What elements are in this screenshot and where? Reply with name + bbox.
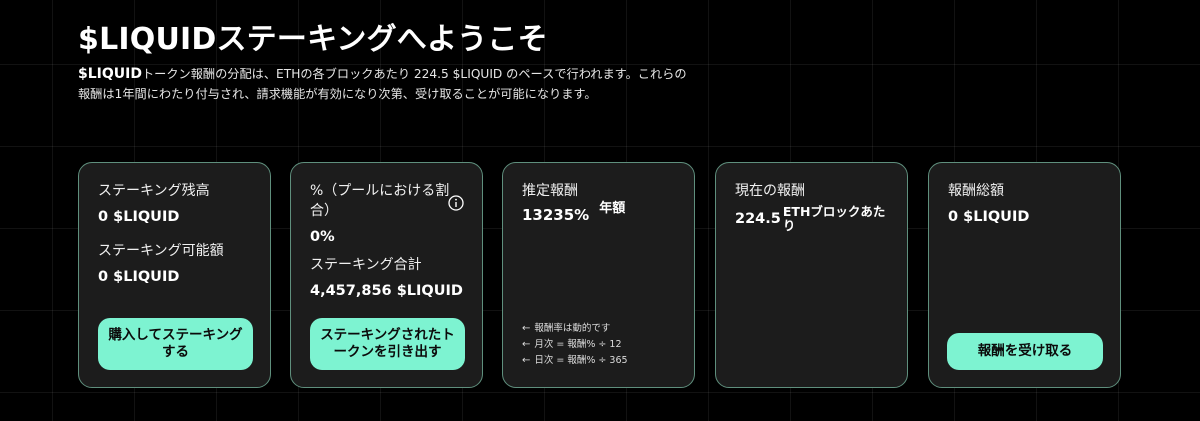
arrow-left-icon: ← <box>522 339 531 350</box>
staking-balance-card: ステーキング残高 0 $LIQUID ステーキング可能額 0 $LIQUID 購… <box>78 162 271 388</box>
withdraw-staked-button[interactable]: ステーキングされたトークンを引き出す <box>310 318 465 370</box>
estimated-rewards-label: 推定報酬 <box>522 183 578 199</box>
current-reward-label: 現在の報酬 <box>735 183 805 199</box>
estimated-rewards-value: 13235% <box>522 206 590 224</box>
intro-token: $LIQUID <box>78 66 142 82</box>
page-title: $LIQUIDステーキングへようこそ <box>78 22 548 57</box>
reward-note-text: 月次 = 報酬% ÷ 12 <box>534 339 622 350</box>
reward-note-text: 日次 = 報酬% ÷ 365 <box>534 355 628 366</box>
pool-share-label: %（プールにおける割合） <box>310 183 450 219</box>
reward-note: ← 月次 = 報酬% ÷ 12 <box>522 337 628 353</box>
estimated-rewards-row: 13235% 年額 <box>522 201 676 225</box>
reward-notes: ← 報酬率は動的です ← 月次 = 報酬% ÷ 12 ← 日次 = 報酬% ÷ 365 <box>522 321 628 369</box>
info-icon[interactable] <box>448 195 464 211</box>
staked-balance-label: ステーキング残高 <box>98 183 210 199</box>
reward-note: ← 報酬率は動的です <box>522 321 628 337</box>
reward-note: ← 日次 = 報酬% ÷ 365 <box>522 353 628 369</box>
current-reward-row: 224.5 ETHブロックあたり <box>735 205 889 233</box>
total-staked-value: 4,457,856 $LIQUID <box>310 283 463 299</box>
arrow-left-icon: ← <box>522 355 531 366</box>
reward-note-text: 報酬率は動的です <box>534 323 611 334</box>
current-reward-card: 現在の報酬 224.5 ETHブロックあたり <box>715 162 908 388</box>
intro-text: トークン報酬の分配は、ETHの各ブロックあたり 224.5 $LIQUID のペ… <box>78 67 687 101</box>
total-staked-label: ステーキング合計 <box>310 257 422 273</box>
available-to-stake-label: ステーキング可能額 <box>98 243 224 259</box>
arrow-left-icon: ← <box>522 323 531 334</box>
total-rewards-label: 報酬総額 <box>948 183 1004 199</box>
estimated-rewards-unit: 年額 <box>599 201 626 216</box>
estimated-rewards-card: 推定報酬 13235% 年額 ← 報酬率は動的です ← 月次 = 報酬% ÷ 12 … <box>502 162 695 388</box>
staked-balance-value: 0 $LIQUID <box>98 209 180 225</box>
total-rewards-value: 0 $LIQUID <box>948 209 1030 225</box>
current-reward-value: 224.5 <box>735 211 781 227</box>
pool-share-card: %（プールにおける割合） 0% ステーキング合計 4,457,856 $LIQU… <box>290 162 483 388</box>
claim-rewards-button[interactable]: 報酬を受け取る <box>947 333 1103 370</box>
intro-paragraph: $LIQUIDトークン報酬の分配は、ETHの各ブロックあたり 224.5 $LI… <box>78 64 698 104</box>
available-to-stake-value: 0 $LIQUID <box>98 269 180 285</box>
staking-page: $LIQUIDステーキングへようこそ $LIQUIDトークン報酬の分配は、ETH… <box>0 0 1200 421</box>
pool-share-value: 0% <box>310 229 335 245</box>
current-reward-unit: ETHブロックあたり <box>782 204 886 233</box>
buy-and-stake-button[interactable]: 購入してステーキングする <box>98 318 253 370</box>
total-rewards-card: 報酬総額 0 $LIQUID 報酬を受け取る <box>928 162 1121 388</box>
